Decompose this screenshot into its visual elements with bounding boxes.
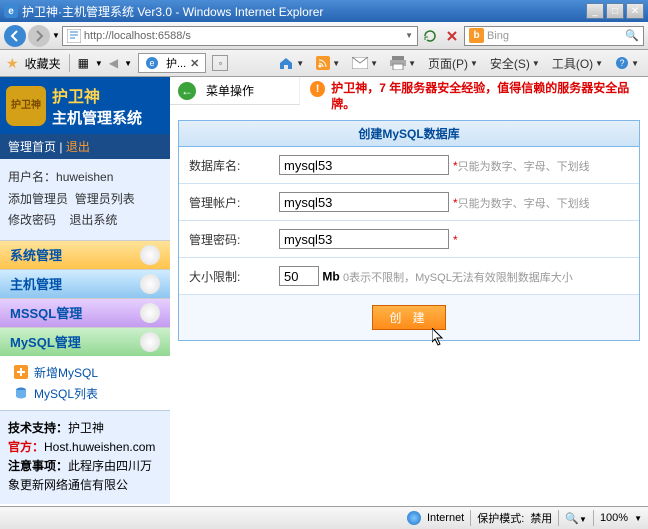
account-input[interactable]: [279, 192, 449, 212]
protect-mode-value: 禁用: [530, 510, 552, 526]
menu-safety[interactable]: 安全(S) ▼: [487, 55, 543, 72]
shield-icon: 护卫神: [6, 86, 46, 126]
svg-text:e: e: [149, 58, 154, 68]
bing-icon: b: [469, 28, 484, 43]
password-label: 管理密码:: [189, 229, 279, 248]
mail-button[interactable]: ▼: [349, 57, 381, 69]
nav-mysql[interactable]: MySQL管理: [0, 327, 170, 356]
home-button[interactable]: ▼: [275, 55, 307, 71]
tab-close-icon[interactable]: ✕: [190, 57, 199, 70]
grid-icon[interactable]: ▦: [78, 56, 89, 70]
window-title: 护卫神·主机管理系统 Ver3.0 - Windows Internet Exp…: [22, 3, 323, 20]
link-exit-sys[interactable]: 退出系统: [69, 213, 117, 227]
db-name-input[interactable]: [279, 155, 449, 175]
form-title: 创建MySQL数据库: [179, 121, 639, 147]
search-box[interactable]: b Bing 🔍: [464, 26, 644, 46]
ie-icon: e: [4, 4, 18, 18]
gear-icon: [140, 274, 160, 294]
main-panel: ← 菜单操作 ! 护卫神，7 年服务器安全经验，值得信赖的服务器安全品牌。 创建…: [170, 77, 648, 506]
zoom-level[interactable]: 100%: [600, 512, 628, 524]
link-change-pwd[interactable]: 修改密码: [8, 213, 56, 227]
sidebar: 护卫神 护卫神 主机管理系统 管理首页 | 退出 用户名：huweishen 添…: [0, 77, 170, 506]
url-text: http://localhost:6588/s: [84, 30, 191, 42]
user-info: 用户名：huweishen 添加管理员 管理员列表 修改密码 退出系统: [0, 159, 170, 240]
menu-page[interactable]: 页面(P) ▼: [425, 55, 481, 72]
gear-icon: [140, 332, 160, 352]
db-name-label: 数据库名:: [189, 155, 279, 174]
favorites-star-icon[interactable]: ★: [6, 55, 19, 72]
favorites-bar: ★ 收藏夹 ▦▼ ◀▼ e 护... ✕ ▫ ▼ ▼ ▼ ▼ 页面(P) ▼ 安…: [0, 50, 648, 77]
zone-label: Internet: [427, 512, 464, 524]
page-icon: [67, 29, 81, 43]
crumb-label: 菜单操作: [206, 82, 254, 99]
brand-line2: 主机管理系统: [52, 107, 142, 128]
svg-text:?: ?: [620, 58, 625, 68]
nav-mssql[interactable]: MSSQL管理: [0, 298, 170, 327]
close-button[interactable]: ✕: [626, 3, 644, 19]
nav-back-button[interactable]: [4, 25, 26, 47]
browser-tab[interactable]: e 护... ✕: [138, 53, 206, 73]
account-label: 管理帐户:: [189, 192, 279, 211]
tab-label: 护...: [166, 55, 186, 71]
create-button[interactable]: 创 建: [372, 305, 445, 330]
new-tab-icon[interactable]: ▫: [212, 55, 228, 71]
print-button[interactable]: ▼: [387, 56, 419, 70]
nav-system[interactable]: 系统管理: [0, 240, 170, 269]
url-input[interactable]: http://localhost:6588/s ▼: [62, 26, 418, 46]
protect-mode-label: 保护模式:: [477, 510, 524, 526]
feeds-button[interactable]: ▼: [313, 56, 343, 70]
status-bar: Internet 保护模式: 禁用 🔍▼ 100% ▼: [0, 506, 648, 529]
globe-icon: [407, 511, 421, 525]
gear-icon: [140, 245, 160, 265]
back-arrow-icon[interactable]: ←: [178, 82, 196, 100]
nav-forward-button[interactable]: [28, 25, 50, 47]
size-limit-input[interactable]: [279, 266, 319, 286]
link-admin-list[interactable]: 管理员列表: [75, 192, 135, 206]
help-button[interactable]: ?▼: [612, 56, 642, 70]
nav-home[interactable]: 管理首页: [8, 140, 56, 154]
nav-logout[interactable]: 退出: [66, 140, 90, 154]
favorites-label[interactable]: 收藏夹: [25, 55, 61, 72]
nav-dropdown-icon[interactable]: ▼: [52, 31, 60, 40]
sub-mysql-list[interactable]: MySQL列表: [0, 383, 170, 404]
address-bar: ▼ http://localhost:6588/s ▼ b Bing 🔍: [0, 22, 648, 50]
maximize-button[interactable]: □: [606, 3, 624, 19]
create-mysql-form: 创建MySQL数据库 数据库名: *只能为数字、字母、下划线 管理帐户: *只能…: [178, 120, 640, 341]
sub-add-mysql[interactable]: 新增MySQL: [0, 362, 170, 383]
window-titlebar: e 护卫神·主机管理系统 Ver3.0 - Windows Internet E…: [0, 0, 648, 22]
refresh-button[interactable]: [420, 26, 440, 46]
link-add-admin[interactable]: 添加管理员: [8, 192, 68, 206]
brand-logo: 护卫神 护卫神 主机管理系统: [0, 77, 170, 134]
password-input[interactable]: [279, 229, 449, 249]
minimize-button[interactable]: _: [586, 3, 604, 19]
alert-message: ! 护卫神，7 年服务器安全经验，值得信赖的服务器安全品牌。: [300, 77, 648, 116]
warning-icon: !: [310, 81, 325, 97]
size-unit: Mb: [322, 270, 339, 284]
search-placeholder: Bing: [487, 30, 509, 42]
stop-button[interactable]: [442, 26, 462, 46]
zoom-icon[interactable]: 🔍▼: [565, 512, 587, 525]
brand-line1: 护卫神: [52, 83, 142, 107]
size-limit-label: 大小限制:: [189, 266, 279, 285]
menu-tools[interactable]: 工具(O) ▼: [549, 55, 606, 72]
gear-icon: [140, 303, 160, 323]
nav-host[interactable]: 主机管理: [0, 269, 170, 298]
support-box: 技术支持：护卫神 官方：Host.huweishen.com 注意事项：此程序由…: [0, 410, 170, 504]
